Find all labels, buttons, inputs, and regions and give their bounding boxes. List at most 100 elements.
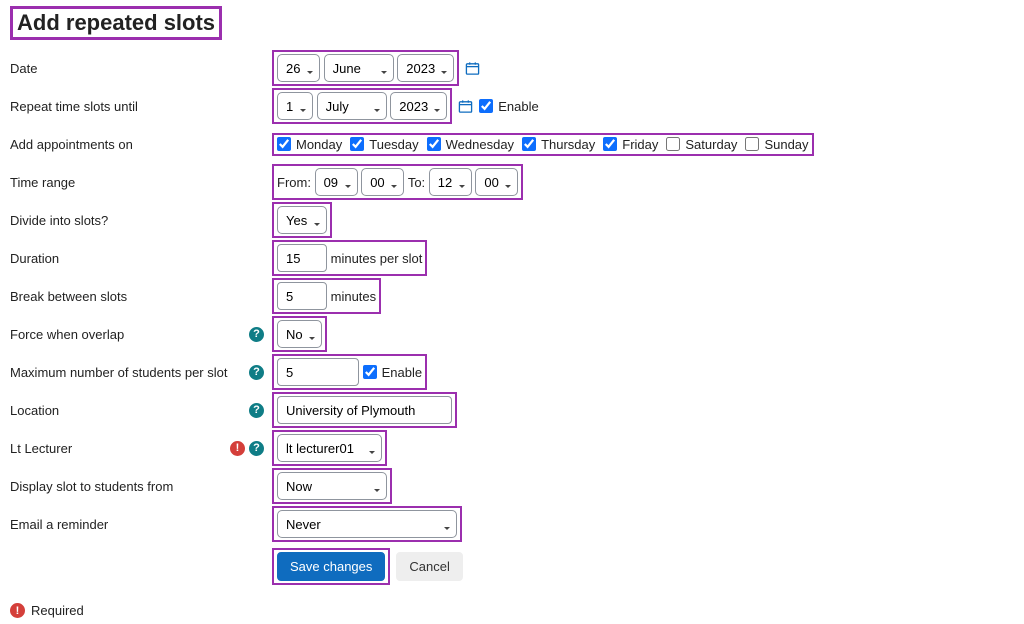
repeat-enable-label: Enable [498, 99, 538, 114]
day-sunday[interactable]: Sunday [745, 137, 808, 152]
row-email: Email a reminder Never [10, 506, 1014, 542]
date-month-select[interactable]: June [324, 54, 394, 82]
divide-group: Yes [272, 202, 332, 238]
duration-input[interactable] [277, 244, 327, 272]
day-checkbox-monday[interactable] [277, 137, 291, 151]
row-break: Break between slots minutes [10, 278, 1014, 314]
day-checkbox-sunday[interactable] [745, 137, 759, 151]
lecturer-group: lt lecturer01 [272, 430, 387, 466]
day-wednesday[interactable]: Wednesday [427, 137, 514, 152]
to-min-select[interactable]: 00 [475, 168, 518, 196]
force-select[interactable]: No [277, 320, 322, 348]
repeat-month-select[interactable]: July [317, 92, 387, 120]
label-force: Force when overlap [10, 327, 124, 342]
day-tuesday[interactable]: Tuesday [350, 137, 418, 152]
footer-required: ! Required [10, 603, 1014, 618]
day-label: Wednesday [446, 137, 514, 152]
cancel-button[interactable]: Cancel [396, 552, 462, 581]
break-input[interactable] [277, 282, 327, 310]
day-label: Sunday [764, 137, 808, 152]
calendar-icon[interactable] [465, 61, 480, 76]
date-day-select[interactable]: 26 [277, 54, 320, 82]
save-group: Save changes [272, 548, 390, 585]
row-location: Location ? [10, 392, 1014, 428]
day-saturday[interactable]: Saturday [666, 137, 737, 152]
row-actions: Save changes Cancel [10, 548, 1014, 585]
day-label: Monday [296, 137, 342, 152]
label-email: Email a reminder [10, 517, 108, 532]
day-checkbox-thursday[interactable] [522, 137, 536, 151]
label-lecturer: Lt Lecturer [10, 441, 72, 456]
footer-required-label: Required [31, 603, 84, 618]
duration-suffix: minutes per slot [331, 251, 423, 266]
lecturer-select[interactable]: lt lecturer01 [277, 434, 382, 462]
date-group: 26 June 2023 [272, 50, 459, 86]
location-input[interactable] [277, 396, 452, 424]
max-students-input[interactable] [277, 358, 359, 386]
email-select[interactable]: Never [277, 510, 457, 538]
max-students-enable-checkbox[interactable] [363, 365, 377, 379]
day-friday[interactable]: Friday [603, 137, 658, 152]
row-lecturer: Lt Lecturer ! ? lt lecturer01 [10, 430, 1014, 466]
help-icon[interactable]: ? [249, 403, 264, 418]
repeat-enable-checkbox[interactable] [479, 99, 493, 113]
help-icon[interactable]: ? [249, 365, 264, 380]
help-icon[interactable]: ? [249, 327, 264, 342]
day-label: Saturday [685, 137, 737, 152]
label-time-range: Time range [10, 175, 75, 190]
repeat-enable-wrap[interactable]: Enable [479, 99, 538, 114]
label-duration: Duration [10, 251, 59, 266]
location-group [272, 392, 457, 428]
row-days: Add appointments on Monday Tuesday Wednesd… [10, 126, 1014, 162]
max-students-group: Enable [272, 354, 427, 390]
display-from-select[interactable]: Now [277, 472, 387, 500]
label-divide: Divide into slots? [10, 213, 108, 228]
divide-select[interactable]: Yes [277, 206, 327, 234]
row-display-from: Display slot to students from Now [10, 468, 1014, 504]
day-checkbox-friday[interactable] [603, 137, 617, 151]
day-checkbox-wednesday[interactable] [427, 137, 441, 151]
day-label: Thursday [541, 137, 595, 152]
save-button[interactable]: Save changes [277, 552, 385, 581]
label-add-on: Add appointments on [10, 137, 133, 152]
page-title: Add repeated slots [10, 6, 222, 40]
row-max-students: Maximum number of students per slot ? En… [10, 354, 1014, 390]
calendar-icon[interactable] [458, 99, 473, 114]
from-label: From: [277, 175, 311, 190]
from-min-select[interactable]: 00 [361, 168, 404, 196]
repeat-day-select[interactable]: 1 [277, 92, 313, 120]
required-icon: ! [10, 603, 25, 618]
label-repeat-until: Repeat time slots until [10, 99, 138, 114]
day-thursday[interactable]: Thursday [522, 137, 595, 152]
required-icon: ! [230, 441, 245, 456]
row-time-range: Time range From: 09 00 To: 12 00 [10, 164, 1014, 200]
day-label: Friday [622, 137, 658, 152]
day-checkbox-saturday[interactable] [666, 137, 680, 151]
max-students-enable-label: Enable [382, 365, 422, 380]
to-hour-select[interactable]: 12 [429, 168, 472, 196]
duration-group: minutes per slot [272, 240, 427, 276]
row-force: Force when overlap ? No [10, 316, 1014, 352]
day-label: Tuesday [369, 137, 418, 152]
email-group: Never [272, 506, 462, 542]
from-hour-select[interactable]: 09 [315, 168, 358, 196]
to-label: To: [408, 175, 425, 190]
row-repeat-until: Repeat time slots until 1 July 2023 Enab… [10, 88, 1014, 124]
repeat-until-group: 1 July 2023 [272, 88, 452, 124]
label-max-students: Maximum number of students per slot [10, 365, 227, 380]
label-location: Location [10, 403, 59, 418]
break-suffix: minutes [331, 289, 377, 304]
day-monday[interactable]: Monday [277, 137, 342, 152]
label-display-from: Display slot to students from [10, 479, 173, 494]
help-icon[interactable]: ? [249, 441, 264, 456]
row-divide: Divide into slots? Yes [10, 202, 1014, 238]
date-year-select[interactable]: 2023 [397, 54, 454, 82]
break-group: minutes [272, 278, 381, 314]
repeat-year-select[interactable]: 2023 [390, 92, 447, 120]
row-duration: Duration minutes per slot [10, 240, 1014, 276]
max-students-enable-wrap[interactable]: Enable [363, 365, 422, 380]
time-range-group: From: 09 00 To: 12 00 [272, 164, 523, 200]
days-group: Monday Tuesday Wednesday Thursday Friday Satu… [272, 133, 814, 156]
label-date: Date [10, 61, 37, 76]
day-checkbox-tuesday[interactable] [350, 137, 364, 151]
